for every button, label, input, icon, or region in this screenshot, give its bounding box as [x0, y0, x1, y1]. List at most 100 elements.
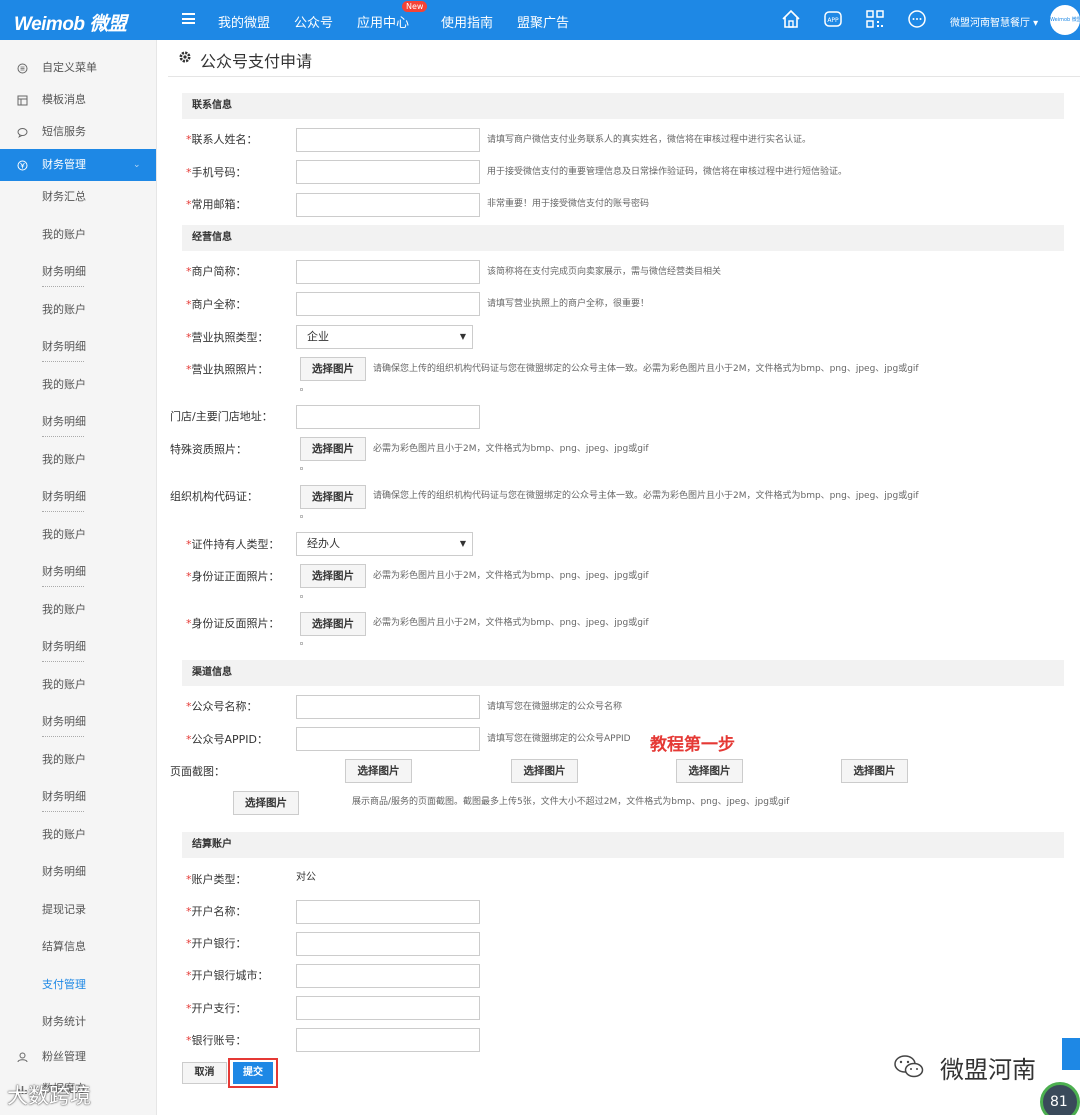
mp-appid-hint: 请填写您在微盟绑定的公众号APPID	[487, 734, 631, 744]
contact-name-input[interactable]	[296, 128, 480, 152]
nav-my-weimob[interactable]: 我的微盟	[218, 12, 270, 31]
avatar[interactable]: Weimob 微盟	[1050, 5, 1080, 35]
store-addr-input[interactable]	[296, 405, 480, 429]
sidebar-subitem[interactable]: 结算信息	[0, 931, 156, 963]
sms-icon	[17, 128, 28, 138]
weimob-logo[interactable]: Weimob 微盟	[14, 9, 127, 36]
nav-app-center[interactable]: 应用中心	[357, 12, 409, 31]
dropdown-arrow-icon: ▼	[459, 332, 466, 341]
wechat-logo-icon	[894, 1055, 924, 1078]
template-icon	[17, 95, 28, 106]
sidebar-subitem[interactable]: 财务明细	[0, 781, 156, 813]
holder-type-select[interactable]: 经办人 ▼	[296, 532, 473, 556]
account-no-input[interactable]	[296, 1028, 480, 1052]
sidebar-dotted-divider	[42, 661, 84, 662]
email-label: *常用邮箱：	[186, 198, 247, 211]
short-name-input[interactable]	[296, 260, 480, 284]
sidebar-subitem[interactable]: 我的账户	[0, 369, 156, 401]
screenshot-choose-button-5[interactable]: 选择图片	[233, 791, 299, 815]
home-icon[interactable]	[780, 8, 802, 30]
sidebar-subitem[interactable]: 我的账户	[0, 594, 156, 626]
screenshot-choose-button-1[interactable]: 选择图片	[345, 759, 412, 783]
special-photo-choose-button[interactable]: 选择图片	[300, 437, 366, 461]
floating-chat-button[interactable]	[1062, 1038, 1080, 1070]
sidebar-item-label: 财务明细	[42, 340, 86, 353]
sidebar-item-label: 提现记录	[42, 902, 86, 916]
sidebar-item-sms[interactable]: 短信服务	[0, 116, 156, 148]
holder-type-label: *证件持有人类型：	[186, 538, 280, 551]
phone-input[interactable]	[296, 160, 480, 184]
nav-ads[interactable]: 盟聚广告	[517, 12, 569, 31]
sidebar-subitem[interactable]: 财务明细	[0, 631, 156, 663]
screenshot-label: 页面截图：	[170, 765, 225, 778]
chat-icon[interactable]	[906, 8, 928, 30]
sidebar-subitem[interactable]: 财务明细	[0, 331, 156, 363]
screenshot-hint: 展示商品/服务的页面截图。截图最多上传5张，文件大小不超过2M，文件格式为bmp…	[352, 797, 790, 807]
mp-name-hint: 请填写您在微盟绑定的公众号名称	[487, 702, 623, 712]
screenshot-choose-button-2[interactable]: 选择图片	[511, 759, 578, 783]
upload-preview-dot	[300, 642, 303, 645]
qrcode-icon[interactable]	[864, 8, 886, 30]
section-channel: 渠道信息	[182, 660, 1064, 686]
license-type-select[interactable]: 企业 ▼	[296, 325, 473, 349]
cancel-button[interactable]: 取消	[182, 1062, 227, 1084]
screenshot-choose-button-3[interactable]: 选择图片	[676, 759, 743, 783]
sidebar-item-label: 财务明细	[42, 790, 86, 803]
email-input[interactable]	[296, 193, 480, 217]
sidebar-subitem[interactable]: 财务明细	[0, 481, 156, 513]
sidebar-subitem[interactable]: 财务明细	[0, 406, 156, 438]
id-front-choose-button[interactable]: 选择图片	[300, 564, 366, 588]
sidebar-subitem[interactable]: 我的账户	[0, 444, 156, 476]
account-name-input[interactable]	[296, 900, 480, 924]
sidebar-dotted-divider	[42, 286, 84, 287]
sidebar-subitem[interactable]: 我的账户	[0, 819, 156, 851]
id-back-hint: 必需为彩色图片且小于2M，文件格式为bmp、png、jpeg、jpg或gif	[373, 618, 649, 628]
sidebar-subitem[interactable]: 财务明细	[0, 706, 156, 738]
sidebar-subitem[interactable]: 提现记录	[0, 894, 156, 926]
sidebar-item-custom-menu[interactable]: 自定义菜单	[0, 52, 156, 84]
sidebar-subitem[interactable]: 我的账户	[0, 669, 156, 701]
sidebar-item-label: 我的账户	[42, 377, 86, 391]
submit-button[interactable]: 提交	[233, 1062, 273, 1084]
sidebar: 自定义菜单 模板消息 短信服务 财务管理 ⌄ 财务汇总 我的账户 财务明细 我的账户财…	[0, 40, 157, 1115]
sidebar-item-fans[interactable]: 粉丝管理	[0, 1041, 156, 1073]
sidebar-subitem[interactable]: 财务明细	[0, 256, 156, 288]
screenshot-choose-button-4[interactable]: 选择图片	[841, 759, 908, 783]
mp-name-label: *公众号名称：	[186, 700, 258, 713]
sidebar-item-label: 我的账户	[42, 527, 86, 541]
upload-preview-dot	[300, 467, 303, 470]
sidebar-subitem[interactable]: 财务明细	[0, 856, 156, 888]
nav-official-account[interactable]: 公众号	[294, 12, 333, 31]
sidebar-subitem[interactable]: 支付管理	[0, 969, 156, 1001]
sidebar-item-finance[interactable]: 财务管理 ⌄	[0, 149, 156, 181]
sidebar-subitem[interactable]: 财务汇总	[0, 181, 156, 213]
sidebar-item-label: 财务明细	[42, 865, 86, 878]
section-settle: 结算账户	[182, 832, 1064, 858]
sidebar-subitem[interactable]: 我的账户	[0, 744, 156, 776]
branch-input[interactable]	[296, 996, 480, 1020]
section-contact: 联系信息	[182, 93, 1064, 119]
license-photo-choose-button[interactable]: 选择图片	[300, 357, 366, 381]
id-back-choose-button[interactable]: 选择图片	[300, 612, 366, 636]
bank-input[interactable]	[296, 932, 480, 956]
mp-appid-label: *公众号APPID：	[186, 733, 269, 746]
org-code-choose-button[interactable]: 选择图片	[300, 485, 366, 509]
app-icon[interactable]: APP	[822, 8, 844, 30]
hamburger-menu-icon[interactable]	[182, 13, 195, 24]
sidebar-item-template-msg[interactable]: 模板消息	[0, 84, 156, 116]
mp-appid-input[interactable]	[296, 727, 480, 751]
sidebar-subitem[interactable]: 我的账户	[0, 294, 156, 326]
sidebar-subitem[interactable]: 我的账户	[0, 219, 156, 251]
bank-city-input[interactable]	[296, 964, 480, 988]
user-dropdown[interactable]: 微盟河南智慧餐厅 ▾	[950, 14, 1038, 29]
mp-name-input[interactable]	[296, 695, 480, 719]
sidebar-item-label: 财务明细	[42, 565, 86, 578]
sidebar-subitem[interactable]: 我的账户	[0, 519, 156, 551]
nav-guide[interactable]: 使用指南	[441, 12, 493, 31]
id-front-hint: 必需为彩色图片且小于2M，文件格式为bmp、png、jpeg、jpg或gif	[373, 571, 649, 581]
full-name-input[interactable]	[296, 292, 480, 316]
sidebar-subitem[interactable]: 财务明细	[0, 556, 156, 588]
performance-gauge: 81	[1040, 1082, 1080, 1115]
account-no-label: *银行账号：	[186, 1034, 247, 1047]
sidebar-subitem[interactable]: 财务统计	[0, 1006, 156, 1038]
